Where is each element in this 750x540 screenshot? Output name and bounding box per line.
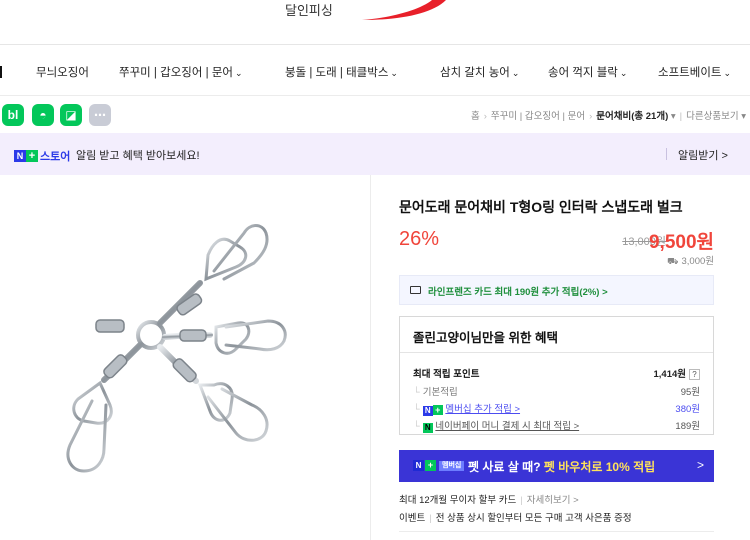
alert-subscribe-button[interactable]: 알림받기 > bbox=[678, 147, 728, 163]
nav-item-trout[interactable]: 송어 꺽지 블락 ⌄ bbox=[548, 64, 627, 80]
nav-item-mackerel[interactable]: 삼치 갈치 농어 ⌄ bbox=[440, 64, 519, 80]
nav-item-softbait[interactable]: 소프트베이트 ⌄ bbox=[658, 64, 731, 80]
product-title: 문어도래 문어채비 T형O링 인터락 스냅도래 벌크 bbox=[399, 199, 683, 215]
naver-n-icon: N bbox=[422, 406, 433, 416]
chevron-right-icon: > bbox=[696, 458, 704, 472]
share-row: bl ◓ ◪ ⋯ 홈 › 쭈꾸미 | 갑오징어 | 문어 › 문어채비(총 21개) ▾… bbox=[0, 104, 750, 126]
swivel-snap-image bbox=[66, 224, 287, 473]
naver-plus-store-logo: N + 스토어 bbox=[14, 148, 70, 164]
divider bbox=[399, 531, 714, 532]
truck-icon: ⛟ bbox=[667, 256, 679, 266]
more-share-icon[interactable]: ⋯ bbox=[89, 104, 111, 126]
chevron-down-icon: ⌄ bbox=[390, 68, 398, 78]
sale-price: 9,500원 bbox=[648, 232, 714, 253]
nav-item-squid[interactable]: 무늬오징어 bbox=[36, 64, 89, 80]
installment-info: 최대 12개월 무이자 할부 카드 | 자세히보기 > bbox=[399, 495, 579, 506]
benefit-title: 졸린고양이님만을 위한 혜택 bbox=[413, 331, 558, 345]
bookmark-share-icon[interactable]: ◪ bbox=[60, 104, 82, 126]
divider bbox=[666, 148, 667, 160]
chevron-down-icon[interactable]: ▾ bbox=[741, 111, 746, 122]
card-benefit-text: 라인프렌즈 카드 최대 190원 추가 적립(2%) > bbox=[428, 287, 608, 298]
naverpay-icon: N bbox=[422, 423, 433, 433]
card-benefit-button[interactable]: 라인프렌즈 카드 최대 190원 추가 적립(2%) > bbox=[399, 275, 714, 305]
help-icon[interactable]: ? bbox=[689, 369, 700, 380]
breadcrumb-current[interactable]: 문어채비 bbox=[596, 111, 631, 122]
category-nav: 무늬오징어 쭈꾸미 | 갑오징어 | 문어 ⌄ 붕돌 | 도래 | 태클박스 ⌄ 삼… bbox=[0, 44, 750, 96]
breadcrumb: 홈 › 쭈꾸미 | 갑오징어 | 문어 › 문어채비(총 21개) ▾ | 다른상품보기 ▾ bbox=[471, 111, 746, 122]
membership-logo: N + 멤버십 bbox=[413, 460, 465, 471]
store-name[interactable]: 달인피싱 bbox=[285, 0, 333, 19]
chevron-down-icon: ⌄ bbox=[723, 68, 732, 78]
breadcrumb-category[interactable]: 쭈꾸미 | 갑오징어 | 문어 bbox=[491, 111, 585, 122]
credit-card-icon bbox=[410, 286, 421, 294]
store-logo-swoosh-icon bbox=[362, 0, 446, 20]
plus-icon: + bbox=[432, 405, 443, 415]
other-products-link[interactable]: 다른상품보기 bbox=[686, 111, 738, 122]
breadcrumb-home[interactable]: 홈 bbox=[471, 111, 480, 122]
product-image[interactable] bbox=[0, 175, 370, 540]
chevron-down-icon: ⌄ bbox=[234, 68, 243, 78]
talk-share-icon[interactable]: ◓ bbox=[32, 104, 54, 126]
member-benefit-box: 졸린고양이님만을 위한 혜택 최대 적립 포인트 1,414원? └ 기본적립 9… bbox=[399, 316, 714, 435]
blog-share-icon[interactable]: bl bbox=[2, 104, 24, 126]
discount-rate: 26% bbox=[399, 228, 440, 250]
membership-promo-banner[interactable]: N + 멤버십 펫 사료 살 때? 펫 바우처로 10% 적립 > bbox=[399, 450, 714, 482]
store-alert-banner: N + 스토어 알림 받고 혜택 받아보세요! 알림받기 > bbox=[0, 133, 750, 175]
breadcrumb-count: (총 21개) bbox=[631, 111, 669, 122]
chevron-down-icon: ⌄ bbox=[619, 68, 628, 78]
shipping-fee: ⛟ 3,000원 bbox=[667, 256, 714, 267]
chevron-down-icon: ⌄ bbox=[511, 68, 520, 78]
banner-text: 알림 받고 혜택 받아보세요! bbox=[76, 150, 200, 162]
nav-item-octopus[interactable]: 쭈꾸미 | 갑오징어 | 문어 ⌄ bbox=[119, 64, 243, 80]
installment-detail-link[interactable]: 자세히보기 > bbox=[527, 495, 579, 506]
divider bbox=[370, 175, 371, 540]
divider bbox=[400, 352, 713, 353]
event-info: 이벤트 | 전 상품 상시 할인부터 모든 구매 고객 사은품 증정 bbox=[399, 513, 632, 524]
store-header: 달인피싱 bbox=[0, 0, 750, 44]
chevron-down-icon[interactable]: ▾ bbox=[671, 111, 676, 122]
membership-promo-text: 펫 사료 살 때? 펫 바우처로 10% 적립 bbox=[468, 460, 656, 474]
nav-menu-marker bbox=[0, 66, 2, 78]
nav-item-sinker[interactable]: 붕돌 | 도래 | 태클박스 ⌄ bbox=[285, 64, 398, 80]
